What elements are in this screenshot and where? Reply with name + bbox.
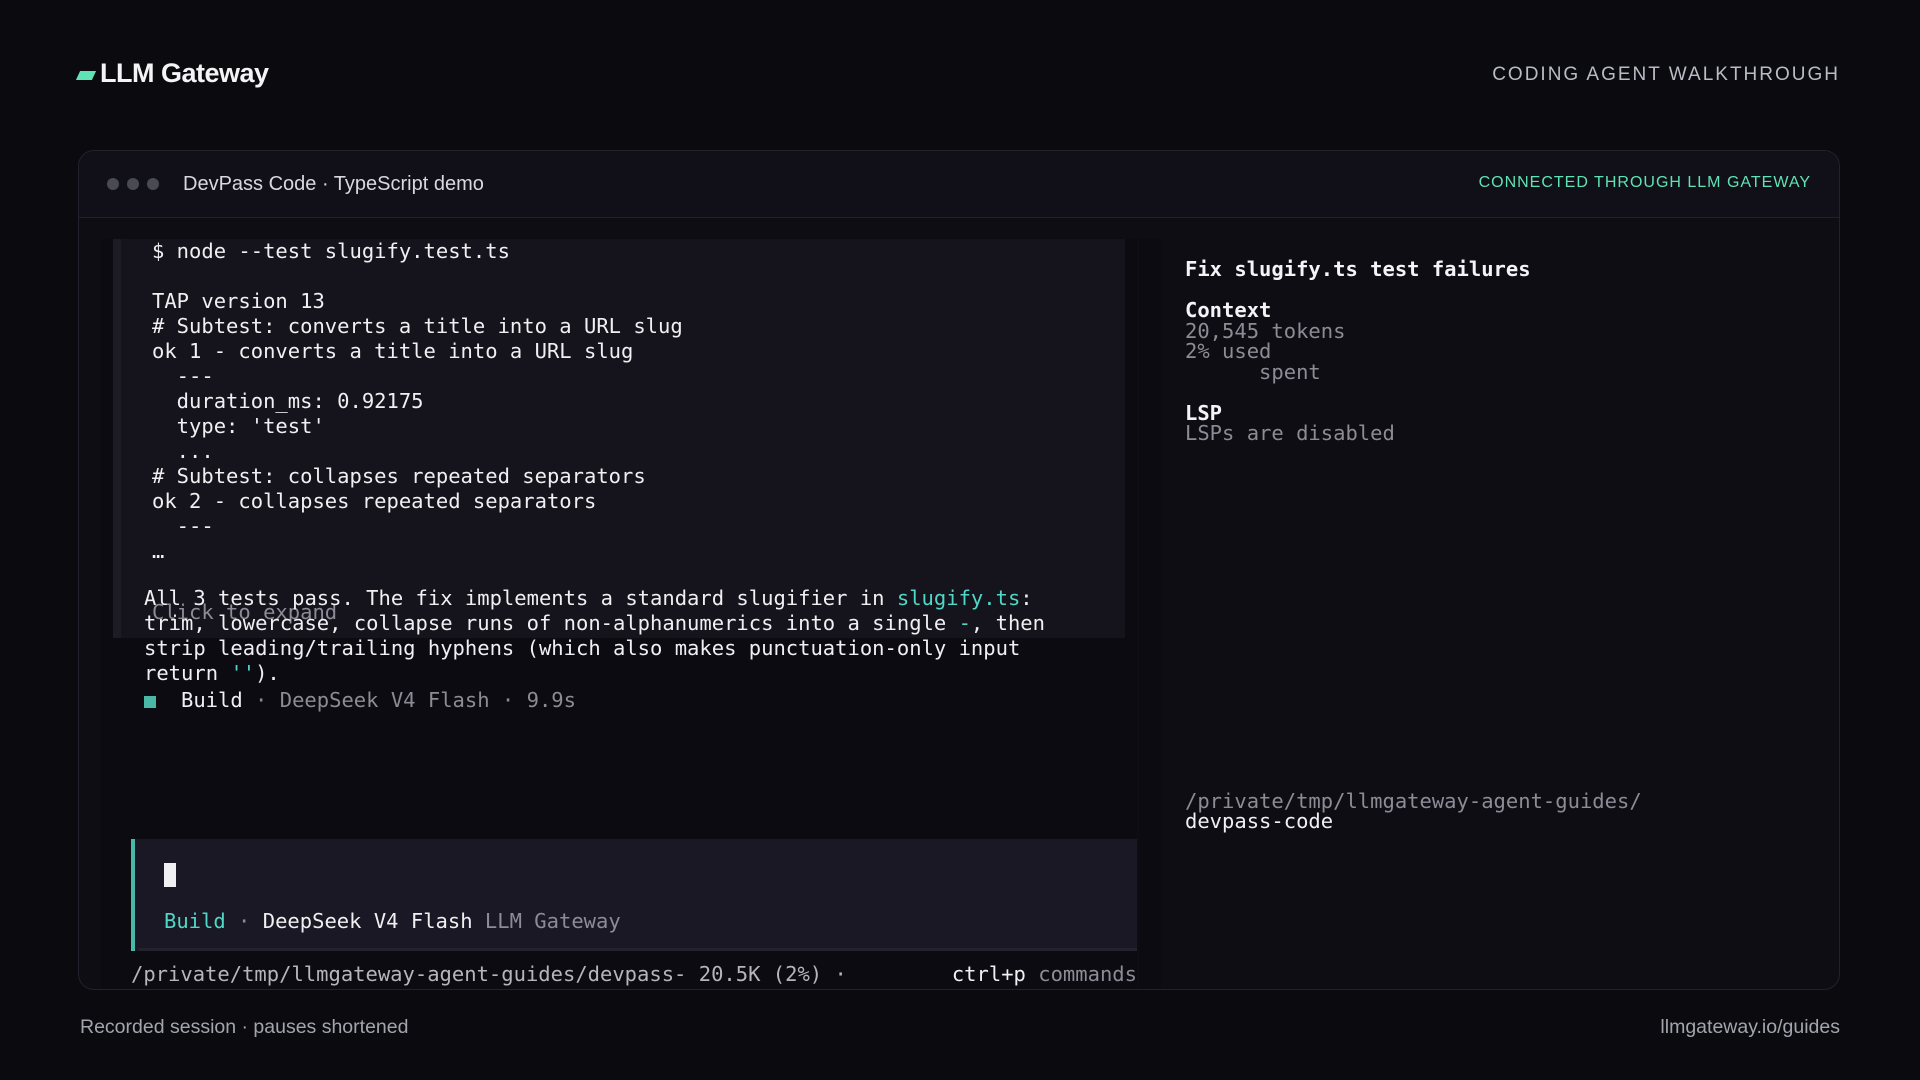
tool-output-block[interactable]: $ node --test slugify.test.ts TAP versio… bbox=[113, 239, 1125, 638]
footer-link[interactable]: llmgateway.io/guides bbox=[1660, 1016, 1840, 1039]
text-cursor bbox=[164, 863, 176, 887]
commands-hint[interactable]: ctrl+p commands bbox=[952, 962, 1137, 987]
input-meta: Build · DeepSeek V4 Flash LLM Gateway bbox=[164, 909, 621, 933]
build-model: DeepSeek V4 Flash bbox=[279, 688, 490, 712]
minimize-dot-icon[interactable] bbox=[127, 178, 139, 190]
close-dot-icon[interactable] bbox=[107, 178, 119, 190]
footer-note: Recorded session · pauses shortened bbox=[80, 1016, 409, 1038]
terminal-area: $ node --test slugify.test.ts TAP versio… bbox=[101, 239, 1813, 989]
status-path: /private/tmp/llmgateway-agent-guides/dev… bbox=[131, 962, 847, 986]
build-mode: Build bbox=[181, 688, 243, 712]
assistant-message: All 3 tests pass. The fix implements a s… bbox=[144, 586, 1045, 685]
conversation-pane[interactable]: $ node --test slugify.test.ts TAP versio… bbox=[101, 239, 1141, 989]
shortcut-key: ctrl+p bbox=[951, 962, 1026, 986]
brand-mark-icon bbox=[75, 71, 97, 80]
build-square-icon bbox=[144, 695, 156, 708]
tool-output-text: $ node --test slugify.test.ts TAP versio… bbox=[152, 239, 683, 563]
input-underline bbox=[139, 948, 1141, 951]
window-titlebar: DevPass Code · TypeScript demo CONNECTED… bbox=[79, 151, 1839, 218]
connection-status: CONNECTED THROUGH LLM GATEWAY bbox=[1478, 174, 1811, 191]
prompt-input[interactable]: Build · DeepSeek V4 Flash LLM Gateway bbox=[131, 839, 1141, 951]
walkthrough-label: CODING AGENT WALKTHROUGH bbox=[1492, 64, 1840, 85]
shortcut-label: commands bbox=[1038, 962, 1137, 986]
input-provider: LLM Gateway bbox=[484, 909, 621, 933]
window-controls bbox=[107, 178, 159, 190]
build-status-line: Build · DeepSeek V4 Flash · 9.9s bbox=[144, 688, 576, 713]
window-title: DevPass Code · TypeScript demo bbox=[183, 172, 484, 195]
brand-logo: LLM Gateway bbox=[75, 58, 269, 89]
context-spent: spent bbox=[1185, 360, 1321, 384]
maximize-dot-icon[interactable] bbox=[147, 178, 159, 190]
session-sidebar: Fix slugify.ts test failures Context 20,… bbox=[1185, 239, 1805, 989]
pane-divider[interactable] bbox=[1137, 239, 1163, 989]
brand-name: LLM Gateway bbox=[100, 58, 269, 88]
terminal-window: DevPass Code · TypeScript demo CONNECTED… bbox=[78, 150, 1840, 990]
input-model[interactable]: DeepSeek V4 Flash bbox=[263, 909, 473, 933]
build-duration: 9.9s bbox=[526, 688, 576, 712]
file-link[interactable]: slugify.ts bbox=[897, 586, 1020, 610]
input-mode[interactable]: Build bbox=[164, 909, 226, 933]
lsp-status: LSPs are disabled bbox=[1185, 421, 1395, 445]
session-title: Fix slugify.ts test failures bbox=[1185, 257, 1531, 281]
workspace-path-name: devpass-code bbox=[1185, 809, 1334, 833]
status-bar: /private/tmp/llmgateway-agent-guides/dev… bbox=[131, 962, 1137, 989]
